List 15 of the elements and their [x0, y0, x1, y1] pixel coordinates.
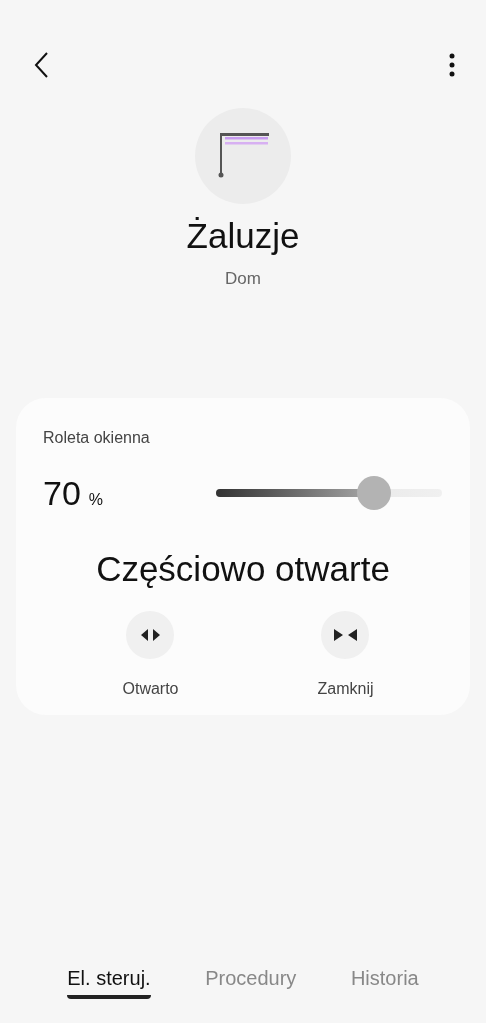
tab[interactable]: El. steruj.: [67, 963, 151, 999]
slider-thumb[interactable]: [357, 476, 392, 510]
close-arrows-icon[interactable]: [321, 611, 370, 659]
device-location: Dom: [225, 268, 261, 290]
position-value: 70: [43, 472, 81, 514]
more-options-icon[interactable]: [448, 52, 456, 78]
device-type-label: Roleta okienna: [43, 427, 151, 448]
action-label: Otwarto: [122, 679, 179, 699]
open-arrows-icon[interactable]: [126, 611, 175, 659]
position-unit: %: [88, 489, 104, 510]
position-status: Częściowo otwarte: [95, 547, 391, 590]
tab[interactable]: Procedury: [205, 963, 297, 999]
tab[interactable]: Historia: [350, 963, 419, 999]
device-name: Żaluzje: [186, 215, 300, 257]
action-label: Zamknij: [317, 679, 374, 699]
